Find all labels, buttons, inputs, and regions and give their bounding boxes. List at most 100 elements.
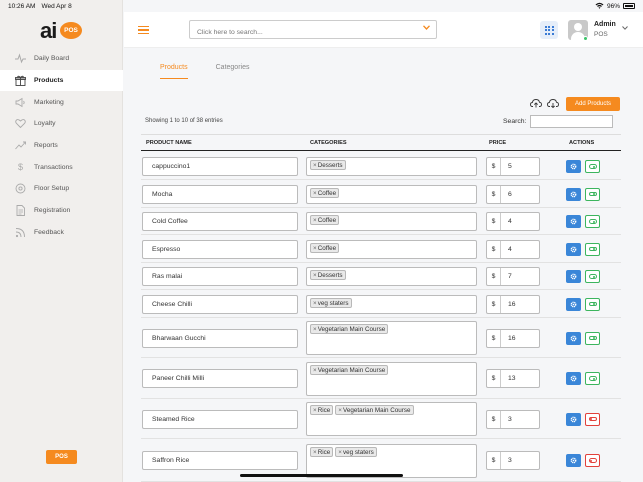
product-name-field[interactable]: Steamed Rice bbox=[142, 409, 298, 429]
price-field[interactable]: $3 bbox=[486, 451, 540, 470]
price-field[interactable]: $13 bbox=[486, 369, 540, 388]
status-toggle-button[interactable] bbox=[585, 215, 600, 228]
user-name[interactable]: Admin bbox=[594, 21, 616, 28]
categories-select[interactable]: ×veg staters bbox=[306, 294, 477, 314]
price-field[interactable]: $4 bbox=[486, 212, 540, 231]
remove-chip-icon[interactable]: × bbox=[313, 449, 317, 456]
product-name-field[interactable]: Espresso bbox=[142, 239, 298, 259]
price-field[interactable]: $6 bbox=[486, 184, 540, 204]
category-chip[interactable]: ×Desserts bbox=[310, 160, 346, 170]
price-field[interactable]: $7 bbox=[486, 267, 540, 286]
cloud-download-icon[interactable] bbox=[547, 98, 559, 110]
price-field[interactable]: $16 bbox=[486, 294, 540, 314]
product-name-field[interactable]: Mocha bbox=[142, 184, 298, 204]
remove-chip-icon[interactable]: × bbox=[338, 449, 342, 456]
status-toggle-button[interactable] bbox=[585, 242, 600, 256]
sidebar-item-registration[interactable]: Registration bbox=[0, 200, 123, 222]
edit-button[interactable] bbox=[566, 454, 581, 467]
status-toggle-button[interactable] bbox=[585, 270, 600, 283]
product-name-field[interactable]: Bharwaan Gucchi bbox=[142, 328, 298, 348]
column-header-product-name[interactable]: PRODUCT NAME bbox=[146, 140, 192, 146]
status-toggle-button[interactable] bbox=[585, 454, 600, 467]
remove-chip-icon[interactable]: × bbox=[313, 217, 317, 224]
categories-select[interactable]: ×Vegetarian Main Course bbox=[306, 361, 477, 396]
category-chip[interactable]: ×Coffee bbox=[310, 242, 340, 253]
edit-button[interactable] bbox=[566, 331, 581, 345]
categories-select[interactable]: ×Rice ×veg staters bbox=[306, 443, 477, 478]
category-chip[interactable]: ×Desserts bbox=[310, 270, 346, 280]
price-field[interactable]: $4 bbox=[486, 239, 540, 259]
app-grid-button[interactable] bbox=[540, 21, 558, 39]
categories-select[interactable]: ×Rice ×Vegetarian Main Course bbox=[306, 402, 477, 436]
category-chip[interactable]: ×Coffee bbox=[310, 215, 340, 225]
remove-chip-icon[interactable]: × bbox=[313, 245, 317, 252]
sidebar-item-products[interactable]: Products bbox=[0, 69, 123, 92]
sidebar-item-loyalty[interactable]: Loyalty bbox=[0, 113, 123, 135]
product-name-field[interactable]: Saffron Rice bbox=[142, 451, 298, 470]
categories-select[interactable]: ×Desserts bbox=[306, 267, 477, 286]
user-menu-chevron-icon[interactable] bbox=[622, 26, 628, 32]
tab-products[interactable]: Products bbox=[160, 64, 188, 79]
remove-chip-icon[interactable]: × bbox=[313, 300, 317, 307]
status-toggle-button[interactable] bbox=[585, 412, 600, 426]
price-field[interactable]: $5 bbox=[486, 157, 540, 176]
category-chip[interactable]: ×Vegetarian Main Course bbox=[335, 405, 414, 415]
add-products-button[interactable]: Add Products bbox=[566, 97, 620, 111]
edit-button[interactable] bbox=[566, 270, 581, 283]
category-chip[interactable]: ×Vegetarian Main Course bbox=[310, 324, 389, 334]
edit-button[interactable] bbox=[566, 160, 581, 173]
category-chip[interactable]: ×Rice bbox=[310, 446, 334, 457]
category-chip[interactable]: ×Rice bbox=[310, 405, 334, 415]
remove-chip-icon[interactable]: × bbox=[313, 162, 317, 169]
global-search[interactable] bbox=[189, 20, 437, 41]
remove-chip-icon[interactable]: × bbox=[313, 367, 317, 374]
category-chip[interactable]: ×veg staters bbox=[335, 446, 377, 457]
status-toggle-button[interactable] bbox=[585, 187, 600, 201]
category-chip[interactable]: ×Coffee bbox=[310, 187, 340, 198]
product-name-field[interactable]: Paneer Chilli Milli bbox=[142, 369, 298, 388]
status-toggle-button[interactable] bbox=[585, 297, 600, 311]
sidebar-item-floor-setup[interactable]: Floor Setup bbox=[0, 178, 123, 200]
edit-button[interactable] bbox=[566, 297, 581, 311]
column-header-price[interactable]: PRICE bbox=[489, 140, 506, 146]
product-name-field[interactable]: Ras malai bbox=[142, 267, 298, 286]
edit-button[interactable] bbox=[566, 412, 581, 426]
global-search-input[interactable] bbox=[190, 24, 410, 41]
status-toggle-button[interactable] bbox=[585, 331, 600, 345]
category-chip[interactable]: ×veg staters bbox=[310, 297, 352, 308]
edit-button[interactable] bbox=[566, 242, 581, 256]
remove-chip-icon[interactable]: × bbox=[338, 407, 342, 414]
edit-button[interactable] bbox=[566, 215, 581, 228]
tab-categories[interactable]: Categories bbox=[216, 64, 250, 79]
remove-chip-icon[interactable]: × bbox=[313, 272, 317, 279]
category-chip[interactable]: ×Vegetarian Main Course bbox=[310, 364, 389, 375]
sidebar-item-reports[interactable]: Reports bbox=[0, 135, 123, 157]
product-name-field[interactable]: Cold Coffee bbox=[142, 212, 298, 231]
hamburger-menu-icon[interactable] bbox=[138, 26, 149, 35]
edit-button[interactable] bbox=[566, 187, 581, 201]
table-search-input[interactable] bbox=[530, 115, 613, 128]
sidebar-item-daily-board[interactable]: Daily Board bbox=[0, 48, 123, 70]
categories-select[interactable]: ×Desserts bbox=[306, 157, 477, 176]
product-name-field[interactable]: Cheese Chilli bbox=[142, 294, 298, 314]
sidebar-item-marketing[interactable]: Marketing bbox=[0, 91, 123, 113]
sidebar-item-feedback[interactable]: Feedback bbox=[0, 222, 123, 244]
chevron-down-icon[interactable] bbox=[423, 25, 430, 32]
edit-button[interactable] bbox=[566, 372, 581, 385]
categories-select[interactable]: ×Coffee bbox=[306, 239, 477, 259]
remove-chip-icon[interactable]: × bbox=[313, 407, 317, 414]
cloud-upload-icon[interactable] bbox=[530, 98, 542, 110]
status-toggle-button[interactable] bbox=[585, 372, 600, 385]
price-field[interactable]: $16 bbox=[486, 328, 540, 348]
status-toggle-button[interactable] bbox=[585, 160, 600, 173]
column-header-categories[interactable]: CATEGORIES bbox=[310, 140, 347, 146]
sidebar-item-transactions[interactable]: $ Transactions bbox=[0, 156, 123, 178]
remove-chip-icon[interactable]: × bbox=[313, 326, 317, 333]
categories-select[interactable]: ×Vegetarian Main Course bbox=[306, 321, 477, 355]
product-name-field[interactable]: cappuccino1 bbox=[142, 157, 298, 176]
app-logo[interactable]: ai POS bbox=[40, 18, 84, 44]
categories-select[interactable]: ×Coffee bbox=[306, 184, 477, 204]
pos-button[interactable]: POS bbox=[46, 450, 77, 464]
price-field[interactable]: $3 bbox=[486, 409, 540, 429]
categories-select[interactable]: ×Coffee bbox=[306, 212, 477, 231]
